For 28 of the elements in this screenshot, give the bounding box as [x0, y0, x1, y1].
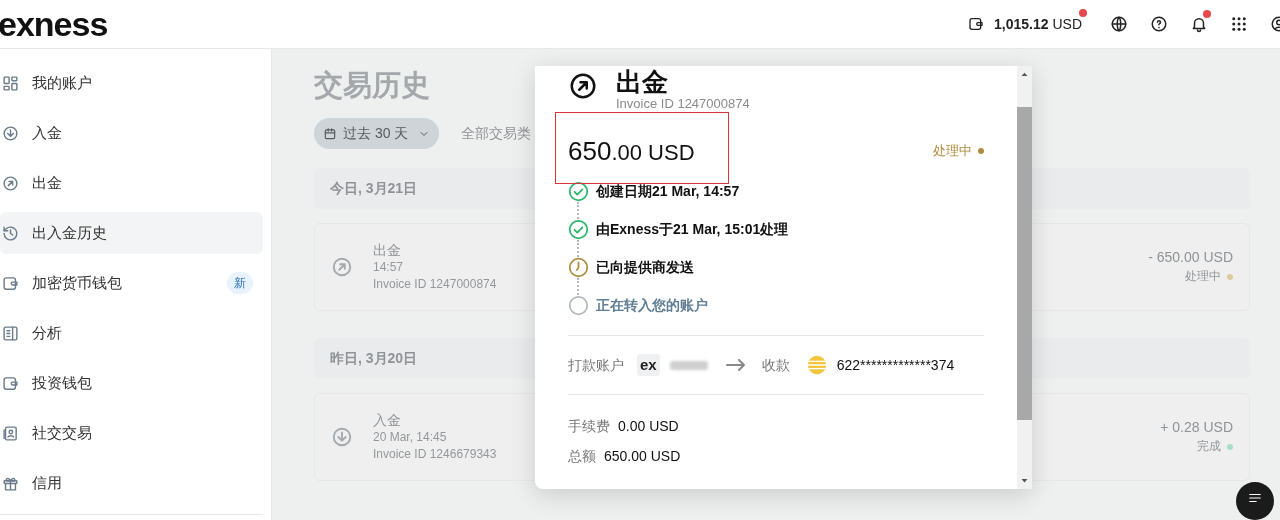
transaction-amount: + 0.28 USD [1160, 418, 1233, 437]
invoice-id: Invoice ID 1247000874 [616, 96, 750, 112]
status-label: 处理中 [1185, 268, 1221, 285]
fee-value: 0.00 USD [618, 417, 679, 436]
account-logo: ex [637, 353, 660, 377]
status-label: 完成 [1197, 438, 1221, 455]
transaction-time: 20 Mar, 14:45 [373, 428, 448, 446]
to-label: 收款 [761, 355, 790, 375]
dialog-title: 出金 [616, 68, 669, 96]
invoice-id: Invoice ID 1247000874 [373, 275, 497, 293]
transaction-amount: - 650.00 USD [1148, 248, 1233, 267]
new-badge: 新 [227, 272, 253, 294]
fee-value: 650.00 USD [604, 447, 681, 466]
status-step: 由Exness于21 Mar, 15:01处理 [596, 219, 789, 240]
status-step: 正在转入您的账户 [596, 295, 708, 316]
fee-label: 手续费 [568, 417, 610, 436]
transaction-title: 入金 [373, 411, 402, 429]
fee-label: 总额 [568, 447, 596, 466]
withdrawal-amount: 650.00 USD [568, 138, 695, 164]
status-step: 已向提供商发送 [596, 257, 694, 278]
transaction-time: 14:57 [373, 258, 405, 276]
status-step: 创建日期21 Mar, 14:57 [596, 181, 740, 202]
from-label: 打款账户 [568, 355, 624, 375]
card-number: 622*************374 [836, 355, 955, 375]
transaction-title: 出金 [373, 241, 402, 259]
page-title: 交易历史 [314, 68, 430, 103]
invoice-id: Invoice ID 1246679343 [373, 445, 497, 463]
status-label: 处理中 [933, 142, 972, 161]
